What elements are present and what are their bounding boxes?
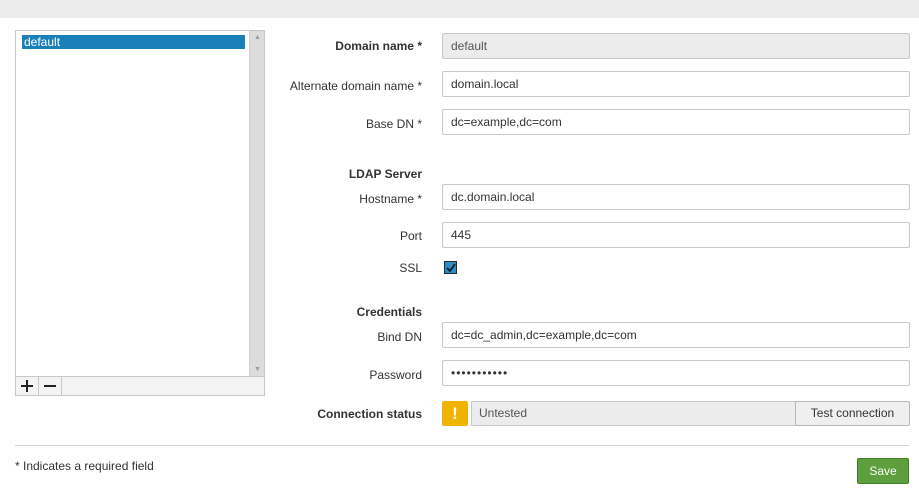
alternate-domain-name-label: Alternate domain name * xyxy=(289,79,422,93)
hostname-label: Hostname * xyxy=(359,192,422,206)
port-label: Port xyxy=(399,229,422,243)
bind-dn-label: Bind DN xyxy=(377,330,422,344)
scroll-down-icon[interactable]: ▼ xyxy=(250,364,265,376)
connection-status-field: Untested xyxy=(471,401,796,426)
domain-name-label: Domain name * xyxy=(335,39,422,53)
ssl-checkbox[interactable] xyxy=(444,261,457,274)
domain-list-item-default[interactable]: default xyxy=(22,35,245,49)
domain-list-scrollbar[interactable]: ▲ ▼ xyxy=(249,31,264,377)
alternate-domain-name-field[interactable]: domain.local xyxy=(442,71,910,97)
domain-list-toolbar xyxy=(16,376,264,395)
test-connection-button[interactable]: Test connection xyxy=(795,401,910,426)
top-bar xyxy=(0,0,919,18)
required-field-note: * Indicates a required field xyxy=(15,459,154,473)
password-label: Password xyxy=(369,368,422,382)
domain-list: default xyxy=(16,31,249,377)
domain-list-panel: default ▲ ▼ xyxy=(15,30,265,396)
checkmark-icon xyxy=(446,263,456,273)
base-dn-field[interactable]: dc=example,dc=com xyxy=(442,109,910,135)
footer-divider xyxy=(15,445,909,446)
port-field[interactable]: 445 xyxy=(442,222,910,248)
base-dn-label: Base DN * xyxy=(365,117,422,131)
plus-icon xyxy=(21,380,33,392)
credentials-heading: Credentials xyxy=(356,305,422,319)
save-button[interactable]: Save xyxy=(857,458,909,484)
domain-name-field[interactable]: default xyxy=(442,33,910,59)
scroll-up-icon[interactable]: ▲ xyxy=(250,32,265,44)
ldap-server-heading: LDAP Server xyxy=(348,167,422,181)
remove-domain-button[interactable] xyxy=(39,377,62,395)
add-domain-button[interactable] xyxy=(16,377,39,395)
connection-status-label: Connection status xyxy=(317,407,422,421)
ssl-label: SSL xyxy=(399,261,422,275)
password-field[interactable]: ••••••••••• xyxy=(442,360,910,386)
bind-dn-field[interactable]: dc=dc_admin,dc=example,dc=com xyxy=(442,322,910,348)
hostname-field[interactable]: dc.domain.local xyxy=(442,184,910,210)
warning-icon: ! xyxy=(442,401,468,426)
minus-icon xyxy=(44,385,56,387)
